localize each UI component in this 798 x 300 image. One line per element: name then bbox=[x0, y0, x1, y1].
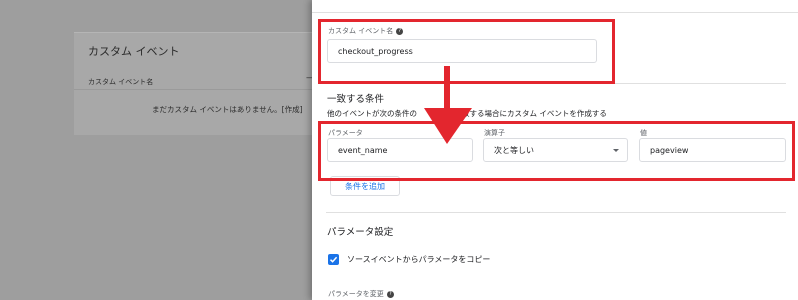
top-divider bbox=[312, 12, 798, 13]
divider bbox=[74, 89, 324, 90]
section-divider bbox=[326, 212, 786, 213]
copy-parameters-label: ソースイベントからパラメータをコピー bbox=[347, 255, 491, 264]
modify-parameters-label-text: パラメータを変更 bbox=[328, 290, 384, 298]
matching-conditions-heading: 一致する条件 bbox=[327, 94, 385, 105]
background-page-overlay: カスタム イベント カスタム イベント名 — まだカスタム イベントはありません… bbox=[0, 0, 324, 300]
custom-event-name-column-header: カスタム イベント名 bbox=[88, 78, 154, 86]
custom-events-card: カスタム イベント カスタム イベント名 — まだカスタム イベントはありません… bbox=[74, 32, 324, 135]
empty-state-message: まだカスタム イベントはありません。[作成] bbox=[152, 105, 303, 114]
help-circle-icon[interactable]: ? bbox=[386, 290, 394, 298]
modify-parameters-label: パラメータを変更? bbox=[328, 289, 394, 299]
arrow-down-icon bbox=[424, 66, 472, 144]
check-icon bbox=[329, 256, 338, 263]
annotation-box-conditions bbox=[318, 121, 795, 181]
custom-events-title: カスタム イベント bbox=[88, 45, 180, 58]
copy-parameters-checkbox[interactable] bbox=[328, 254, 339, 265]
parameter-settings-heading: パラメータ設定 bbox=[327, 227, 394, 238]
